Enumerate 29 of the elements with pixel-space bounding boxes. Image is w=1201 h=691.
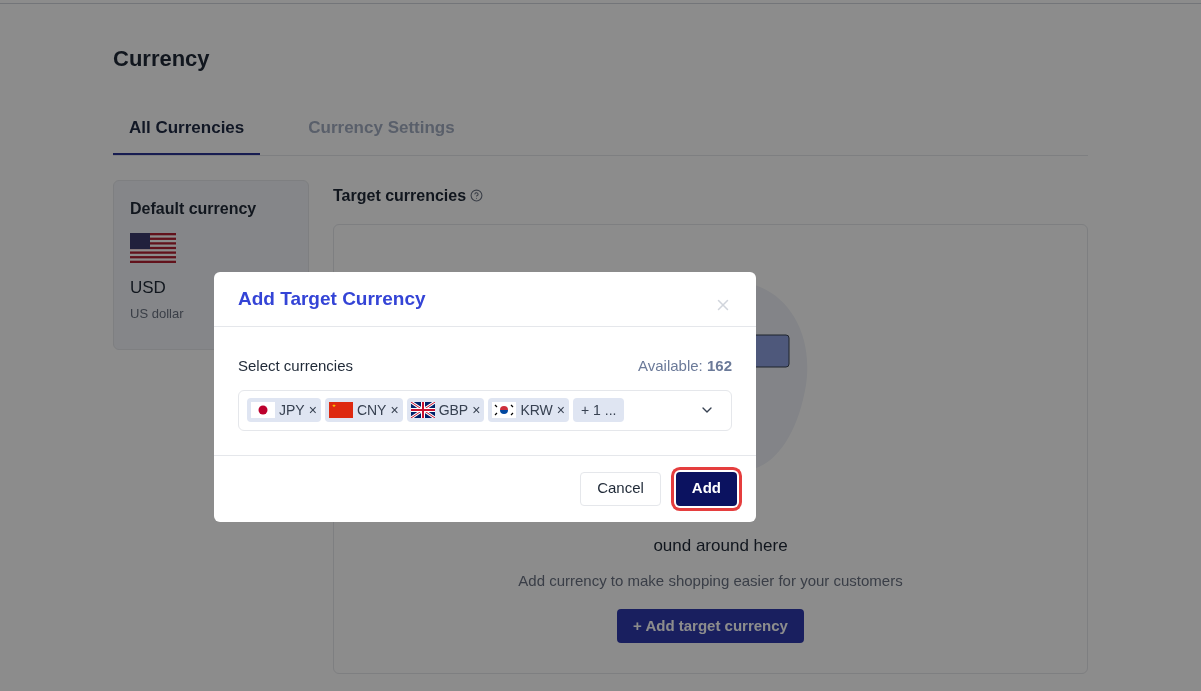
tag-remove[interactable]: × bbox=[556, 399, 565, 421]
page-title: Currency bbox=[113, 45, 210, 73]
tag-remove[interactable]: × bbox=[472, 399, 481, 421]
tag-label: GBP bbox=[438, 400, 469, 420]
flag-icon bbox=[251, 402, 275, 418]
more-tag: + 1 ... bbox=[573, 398, 625, 422]
tag-label: JPY bbox=[279, 400, 305, 420]
tab[interactable]: All Currencies bbox=[113, 115, 261, 155]
section-heading: Target currencies bbox=[333, 185, 467, 206]
currency-code: USD bbox=[130, 276, 166, 299]
available-count: Available: 162 bbox=[638, 356, 732, 376]
add-target-currency-button[interactable]: + Add target currency bbox=[617, 608, 804, 643]
currency-select[interactable]: JPY × CNY × GBP × KRW × + 1 ... bbox=[238, 389, 732, 431]
tag-remove[interactable]: × bbox=[308, 399, 317, 421]
flag-icon bbox=[130, 232, 176, 263]
field-label: Select currencies bbox=[238, 356, 354, 376]
card-heading: Default currency bbox=[130, 198, 257, 219]
cancel-button[interactable]: Cancel bbox=[580, 471, 661, 506]
tag-remove[interactable]: × bbox=[390, 399, 399, 421]
empty-state-title: ound around here bbox=[653, 534, 788, 557]
flag-icon bbox=[492, 402, 517, 418]
dialog-title: Add Target Currency bbox=[238, 286, 426, 311]
flag-icon bbox=[410, 402, 435, 418]
tag-label: CNY bbox=[356, 400, 387, 420]
currency-name: US dollar bbox=[130, 305, 184, 323]
flag-icon bbox=[328, 402, 353, 418]
empty-state-text: Add currency to make shopping easier for your customers bbox=[518, 571, 903, 591]
help-icon[interactable] bbox=[470, 189, 484, 202]
tag-label: KRW bbox=[520, 400, 553, 420]
